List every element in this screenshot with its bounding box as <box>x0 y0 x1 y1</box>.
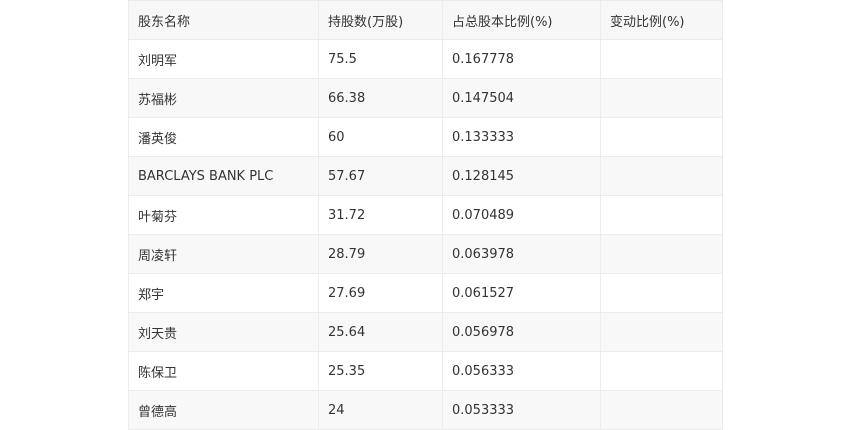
cell-shareholder-name: 郑宇 <box>128 273 319 313</box>
shareholder-table: 股东名称 持股数(万股) 占总股本比例(%) 变动比例(%) 刘明军 75.5 … <box>128 0 723 430</box>
cell-shareholder-name: 刘天贵 <box>128 312 319 352</box>
cell-share-ratio: 0.167778 <box>442 39 601 79</box>
cell-shares-held: 28.79 <box>318 234 443 274</box>
cell-share-ratio: 0.053333 <box>442 390 601 430</box>
cell-share-ratio: 0.147504 <box>442 78 601 118</box>
cell-share-ratio: 0.133333 <box>442 117 601 157</box>
cell-shareholder-name: 陈保卫 <box>128 351 319 391</box>
table-row: 周凌轩 28.79 0.063978 <box>128 234 723 274</box>
cell-change-ratio <box>600 273 723 313</box>
cell-change-ratio <box>600 195 723 235</box>
cell-shareholder-name: 叶菊芬 <box>128 195 319 235</box>
table-row: 叶菊芬 31.72 0.070489 <box>128 195 723 235</box>
header-shares-held: 持股数(万股) <box>318 0 443 40</box>
cell-shareholder-name: 潘英俊 <box>128 117 319 157</box>
cell-shares-held: 66.38 <box>318 78 443 118</box>
cell-shares-held: 57.67 <box>318 156 443 196</box>
cell-shares-held: 60 <box>318 117 443 157</box>
header-change-ratio: 变动比例(%) <box>600 0 723 40</box>
cell-shareholder-name: 周凌轩 <box>128 234 319 274</box>
cell-shares-held: 24 <box>318 390 443 430</box>
cell-share-ratio: 0.070489 <box>442 195 601 235</box>
cell-share-ratio: 0.061527 <box>442 273 601 313</box>
cell-share-ratio: 0.056333 <box>442 351 601 391</box>
table-row: 刘明军 75.5 0.167778 <box>128 39 723 79</box>
table-row: BARCLAYS BANK PLC 57.67 0.128145 <box>128 156 723 196</box>
table-row: 潘英俊 60 0.133333 <box>128 117 723 157</box>
cell-shares-held: 25.35 <box>318 351 443 391</box>
cell-change-ratio <box>600 78 723 118</box>
table-row: 陈保卫 25.35 0.056333 <box>128 351 723 391</box>
cell-change-ratio <box>600 39 723 79</box>
cell-change-ratio <box>600 234 723 274</box>
cell-shares-held: 27.69 <box>318 273 443 313</box>
cell-shareholder-name: BARCLAYS BANK PLC <box>128 156 319 196</box>
shareholder-table-container: 股东名称 持股数(万股) 占总股本比例(%) 变动比例(%) 刘明军 75.5 … <box>128 0 723 430</box>
table-row: 郑宇 27.69 0.061527 <box>128 273 723 313</box>
table-row: 曾德高 24 0.053333 <box>128 390 723 430</box>
cell-shareholder-name: 曾德高 <box>128 390 319 430</box>
cell-change-ratio <box>600 351 723 391</box>
header-row: 股东名称 持股数(万股) 占总股本比例(%) 变动比例(%) <box>128 0 723 40</box>
cell-change-ratio <box>600 156 723 196</box>
header-shareholder-name: 股东名称 <box>128 0 319 40</box>
cell-change-ratio <box>600 312 723 352</box>
cell-shares-held: 75.5 <box>318 39 443 79</box>
cell-shareholder-name: 苏福彬 <box>128 78 319 118</box>
cell-shareholder-name: 刘明军 <box>128 39 319 79</box>
cell-share-ratio: 0.063978 <box>442 234 601 274</box>
cell-shares-held: 25.64 <box>318 312 443 352</box>
table-body: 刘明军 75.5 0.167778 苏福彬 66.38 0.147504 潘英俊… <box>128 39 723 430</box>
cell-shares-held: 31.72 <box>318 195 443 235</box>
table-header: 股东名称 持股数(万股) 占总股本比例(%) 变动比例(%) <box>128 0 723 40</box>
cell-change-ratio <box>600 390 723 430</box>
table-row: 刘天贵 25.64 0.056978 <box>128 312 723 352</box>
header-share-ratio: 占总股本比例(%) <box>442 0 601 40</box>
table-row: 苏福彬 66.38 0.147504 <box>128 78 723 118</box>
cell-share-ratio: 0.056978 <box>442 312 601 352</box>
cell-change-ratio <box>600 117 723 157</box>
cell-share-ratio: 0.128145 <box>442 156 601 196</box>
